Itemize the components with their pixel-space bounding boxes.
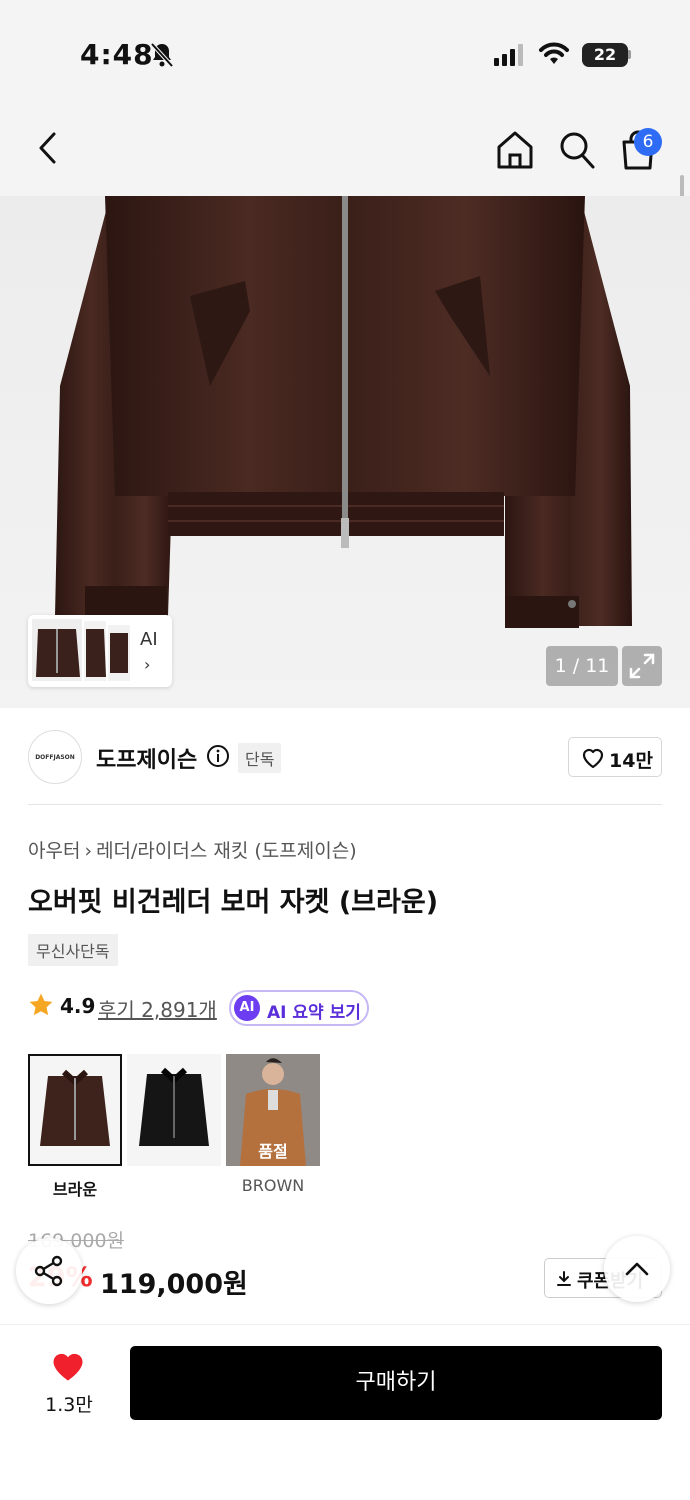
wishlist-button[interactable] xyxy=(40,1350,96,1386)
chevron-right-icon: › xyxy=(144,655,151,674)
share-icon xyxy=(34,1255,63,1287)
breadcrumb-category[interactable]: 아우터 xyxy=(28,840,80,862)
chevron-up-icon xyxy=(625,1262,649,1276)
brand-name[interactable]: 도프제이슨 xyxy=(96,742,197,774)
cart-count-badge: 6 xyxy=(634,128,662,156)
heart-outline-icon xyxy=(582,748,604,769)
cell-signal-icon xyxy=(494,44,523,66)
share-button[interactable] xyxy=(16,1238,82,1304)
ai-gallery-thumbs[interactable]: AI › xyxy=(28,615,172,687)
image-counter: 1 / 11 xyxy=(546,646,618,686)
expand-button[interactable] xyxy=(622,646,662,686)
breadcrumb-subcategory[interactable]: 레더/라이더스 재킷 (도프제이슨) xyxy=(96,840,357,862)
color-option-brown-soldout[interactable]: 품절 xyxy=(226,1054,320,1166)
color-option-black[interactable] xyxy=(127,1054,221,1166)
battery-nub xyxy=(628,50,631,59)
expand-icon xyxy=(629,653,655,679)
bell-off-icon xyxy=(150,42,174,68)
brand-exclusive-tag: 단독 xyxy=(238,743,282,773)
home-icon[interactable] xyxy=(496,130,534,170)
ai-badge-icon: AI xyxy=(234,995,260,1021)
star-icon xyxy=(29,993,53,1016)
scroll-top-button[interactable] xyxy=(604,1236,670,1302)
rating-value: 4.9 xyxy=(60,994,96,1018)
brand-logo[interactable]: DOFFJASON xyxy=(28,730,82,784)
musinsa-exclusive-tag: 무신사단독 xyxy=(28,934,118,966)
wishlist-count: 1.3만 xyxy=(45,1394,93,1416)
color-option-brown[interactable] xyxy=(28,1054,122,1166)
ai-thumb-label: AI xyxy=(140,629,158,650)
download-icon xyxy=(557,1271,571,1286)
buy-button[interactable]: 구매하기 xyxy=(130,1346,662,1420)
status-time: 4:48 xyxy=(80,38,154,71)
reviews-link[interactable]: 후기 2,891개 xyxy=(98,994,217,1023)
brand-like-button[interactable]: 14만 xyxy=(568,737,662,777)
status-bar: 4:48 22 xyxy=(0,0,690,100)
breadcrumb: 아우터 › 레더/라이더스 재킷 (도프제이슨) xyxy=(28,836,357,863)
back-icon[interactable] xyxy=(36,130,60,166)
product-title: 오버핏 비건레더 보머 자켓 (브라운) xyxy=(28,887,439,918)
heart-filled-icon xyxy=(53,1353,83,1381)
option-label-brown: 브라운 xyxy=(52,1180,98,1199)
wifi-icon xyxy=(539,42,569,64)
top-nav xyxy=(0,100,690,196)
info-icon[interactable] xyxy=(206,744,230,768)
divider xyxy=(28,804,662,805)
ai-summary-label: AI 요약 보기 xyxy=(267,1003,361,1023)
ai-summary-button[interactable]: AI AI 요약 보기 xyxy=(229,990,369,1026)
brand-like-count: 14만 xyxy=(609,750,653,772)
battery-indicator: 22 xyxy=(582,43,628,67)
option-label-brown-en: BROWN xyxy=(241,1176,305,1195)
breadcrumb-chevron-icon: › xyxy=(84,840,93,862)
search-icon[interactable] xyxy=(558,130,596,170)
thumbnail-images xyxy=(32,619,130,681)
sale-price: 119,000원 xyxy=(100,1269,248,1300)
brown-jacket-thumb xyxy=(40,1069,110,1146)
soldout-label: 품절 xyxy=(258,1142,288,1161)
black-jacket-thumb xyxy=(139,1067,209,1146)
